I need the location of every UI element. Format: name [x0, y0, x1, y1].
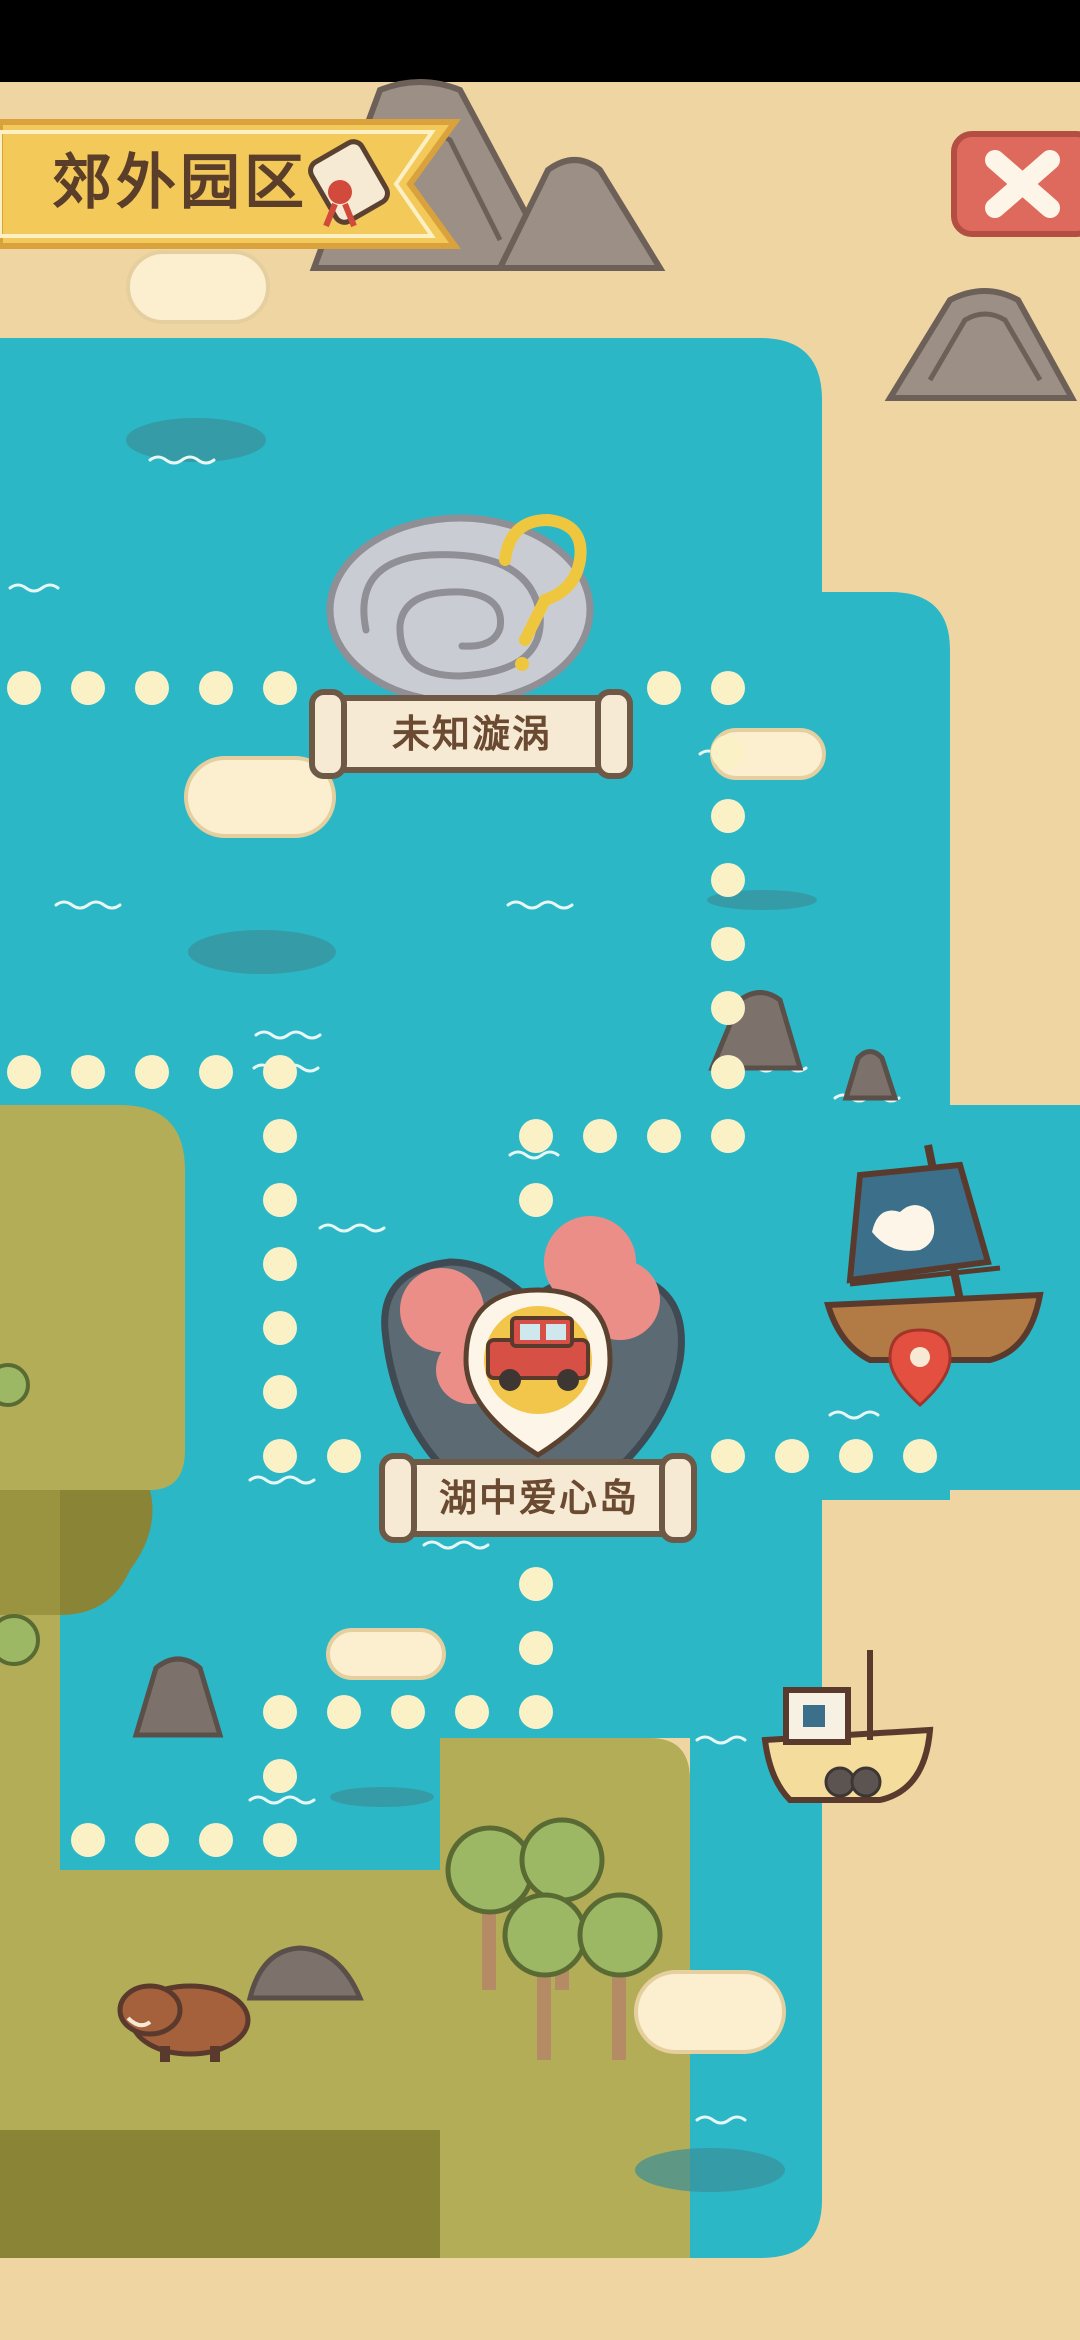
path-dot — [135, 1823, 169, 1857]
node-label-heart-island: 湖中爱心岛 — [438, 1476, 639, 1520]
path-dot — [263, 1695, 297, 1729]
outskirts-map — [0, 0, 1080, 2340]
path-dot — [199, 1055, 233, 1089]
path-dot — [263, 1247, 297, 1281]
path-dot — [519, 1631, 553, 1665]
path-dot — [455, 1695, 489, 1729]
path-dot — [327, 1439, 361, 1473]
node-label-unknown-whirlpool: 未知漩涡 — [391, 712, 552, 756]
path-dot — [263, 1055, 297, 1089]
path-dot — [263, 1439, 297, 1473]
path-dot — [839, 1439, 873, 1473]
path-dot — [583, 1119, 617, 1153]
path-dot — [775, 1439, 809, 1473]
path-dot — [647, 671, 681, 705]
path-dot — [391, 1695, 425, 1729]
path-dot — [711, 735, 745, 769]
path-dot — [711, 863, 745, 897]
path-dot — [263, 1183, 297, 1217]
path-dot — [71, 1055, 105, 1089]
path-dot — [711, 1119, 745, 1153]
path-dot — [135, 1055, 169, 1089]
path-dot — [327, 1695, 361, 1729]
path-dot — [263, 1375, 297, 1409]
path-dot — [711, 991, 745, 1025]
path-dot — [71, 671, 105, 705]
area-title: 郊外园区 — [52, 148, 308, 218]
path-dot — [263, 671, 297, 705]
path-dot — [135, 671, 169, 705]
path-dot — [263, 1311, 297, 1345]
path-dot — [711, 927, 745, 961]
path-dot — [263, 1759, 297, 1793]
path-dot — [519, 1695, 553, 1729]
path-dot — [519, 1183, 553, 1217]
path-dot — [519, 1567, 553, 1601]
path-dot — [711, 1055, 745, 1089]
whirlpool-unknown-icon — [326, 513, 594, 706]
path-dot — [903, 1439, 937, 1473]
path-dot — [7, 1055, 41, 1089]
path-dot — [711, 671, 745, 705]
path-dot — [647, 1119, 681, 1153]
path-dot — [711, 1439, 745, 1473]
close-button[interactable] — [952, 132, 1080, 236]
path-dot — [71, 1823, 105, 1857]
path-dot — [199, 1823, 233, 1857]
path-dot — [199, 671, 233, 705]
path-dot — [263, 1823, 297, 1857]
path-dot — [263, 1119, 297, 1153]
path-dot — [7, 671, 41, 705]
status-bar — [0, 0, 1080, 82]
path-dot — [519, 1119, 553, 1153]
path-dot — [711, 799, 745, 833]
